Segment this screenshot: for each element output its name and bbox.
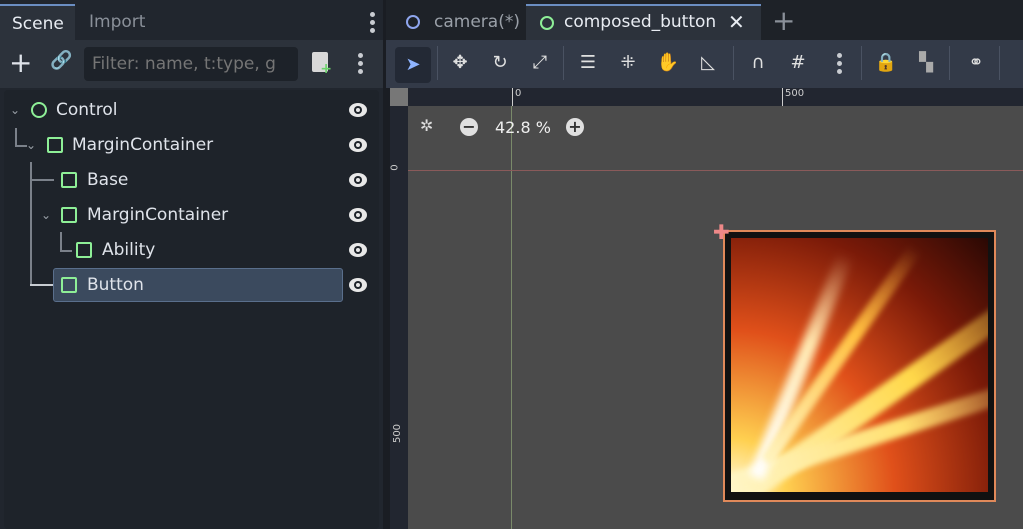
- scene-icon: [406, 15, 420, 29]
- ruler-label: 500: [392, 423, 404, 444]
- tab-scene[interactable]: Scene: [0, 4, 75, 40]
- pivot-crosshair-icon[interactable]: ✚: [713, 222, 730, 242]
- scene-menu-icon[interactable]: [358, 53, 363, 77]
- chevron-down-icon[interactable]: ⌄: [41, 198, 51, 232]
- new-tab-icon[interactable]: +: [772, 4, 795, 38]
- tree-item-margincontainer-2[interactable]: ⌄ MarginContainer: [4, 198, 379, 232]
- canvas-editor: camera(*) composed_button ✕ + ➤ ✥ ↻ ⤢ ☰ …: [386, 0, 1023, 529]
- center-view-icon[interactable]: ✲: [420, 116, 433, 135]
- texture-button-icon: [61, 277, 77, 293]
- scene-tree: ⌄ Control ⌄ MarginContainer Base ⌄ Margi…: [4, 90, 379, 529]
- close-icon[interactable]: ✕: [728, 4, 745, 40]
- visibility-eye-icon[interactable]: [348, 136, 368, 154]
- snap-options-icon[interactable]: [837, 53, 842, 77]
- vertical-ruler: 0 500: [390, 88, 408, 529]
- node-label: MarginContainer: [72, 135, 214, 155]
- list-select-icon[interactable]: ☰: [573, 48, 603, 78]
- scene-tabs: camera(*) composed_button ✕ +: [386, 0, 1023, 40]
- node-label: Control: [56, 100, 118, 120]
- node-label: MarginContainer: [87, 205, 229, 225]
- zoom-in-icon[interactable]: +: [566, 118, 584, 136]
- lock-icon[interactable]: 🔒: [871, 48, 901, 78]
- zoom-out-icon[interactable]: −: [460, 118, 478, 136]
- x-axis-line: [408, 170, 1023, 171]
- pivot-icon[interactable]: ⁜: [613, 48, 643, 78]
- tab-label: composed_button: [564, 12, 717, 32]
- tab-import[interactable]: Import: [77, 4, 157, 40]
- tree-item-ability[interactable]: Ability: [4, 233, 379, 267]
- bone-icon[interactable]: ⚭: [961, 48, 991, 78]
- ruler-label: 0: [389, 164, 401, 171]
- node-label: Button: [87, 275, 144, 295]
- scale-mode-icon[interactable]: ⤢: [525, 48, 555, 78]
- visibility-eye-icon[interactable]: [348, 206, 368, 224]
- visibility-eye-icon[interactable]: [348, 171, 368, 189]
- node-label: Ability: [102, 240, 156, 260]
- visibility-eye-icon[interactable]: [348, 241, 368, 259]
- tree-item-control[interactable]: ⌄ Control: [4, 93, 379, 127]
- group-icon[interactable]: ▚: [911, 48, 941, 78]
- node-label: Base: [87, 170, 129, 190]
- tree-item-base[interactable]: Base: [4, 163, 379, 197]
- attach-script-icon[interactable]: +: [312, 52, 332, 76]
- margin-container-icon: [61, 207, 77, 223]
- chevron-down-icon[interactable]: ⌄: [26, 128, 36, 162]
- tab-label: camera(*): [434, 12, 520, 32]
- smart-snap-icon[interactable]: ∩: [743, 48, 773, 78]
- filter-input[interactable]: [84, 47, 298, 81]
- scene-dock: Scene Import + 🔗 ⚲ + ⌄ Control ⌄ MarginC…: [0, 0, 383, 529]
- add-node-icon[interactable]: +: [9, 46, 32, 80]
- select-mode-icon[interactable]: ➤: [395, 47, 431, 83]
- tab-camera[interactable]: camera(*): [392, 4, 522, 40]
- horizontal-ruler: 0 500: [408, 88, 1023, 106]
- texture-rect-icon: [61, 172, 77, 188]
- visibility-eye-icon[interactable]: [348, 276, 368, 294]
- ruler-corner: [390, 88, 408, 106]
- ruler-label: 500: [782, 88, 804, 106]
- ruler-icon[interactable]: ◺: [693, 48, 723, 78]
- rotate-mode-icon[interactable]: ↻: [485, 48, 515, 78]
- tree-item-button[interactable]: Button: [4, 268, 379, 302]
- margin-container-icon: [47, 137, 63, 153]
- pan-hand-icon[interactable]: ✋: [653, 48, 683, 78]
- zoom-level[interactable]: 42.8 %: [495, 118, 551, 137]
- button-preview[interactable]: [723, 230, 996, 502]
- scene-icon: [540, 16, 554, 30]
- dock-menu-icon[interactable]: [370, 12, 375, 36]
- move-mode-icon[interactable]: ✥: [445, 48, 475, 78]
- texture-rect-icon: [76, 242, 92, 258]
- control-node-icon: [31, 102, 47, 118]
- ruler-label: 0: [512, 88, 521, 106]
- chevron-down-icon[interactable]: ⌄: [10, 93, 20, 127]
- tab-composed-button[interactable]: composed_button ✕: [526, 4, 761, 40]
- visibility-eye-icon[interactable]: [348, 101, 368, 119]
- ability-texture: [731, 238, 988, 492]
- grid-snap-icon[interactable]: #: [783, 48, 813, 78]
- link-icon[interactable]: 🔗: [50, 50, 72, 71]
- tree-item-margincontainer[interactable]: ⌄ MarginContainer: [4, 128, 379, 162]
- canvas-viewport[interactable]: ✲ − 42.8 % + ✚: [408, 106, 1023, 529]
